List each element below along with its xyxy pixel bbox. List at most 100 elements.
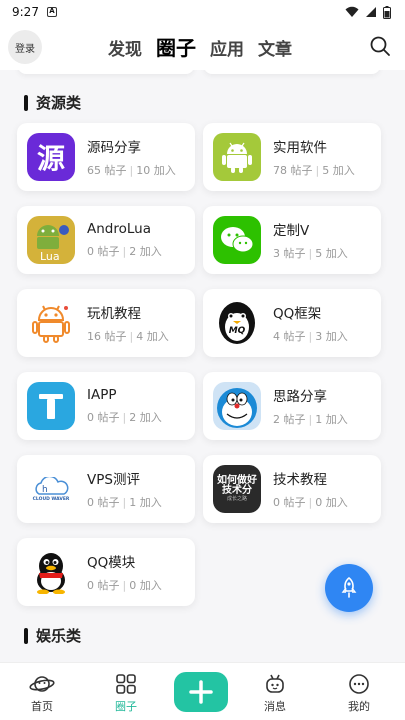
circle-card-custom-v[interactable]: 定制V 3 帖子 | 5 加入: [203, 206, 381, 274]
status-bar: 9:27 A: [0, 0, 405, 24]
circle-name: 玩机教程: [87, 306, 141, 322]
penguin-mq-icon: MQ: [213, 299, 261, 347]
section-title-resources: 资源类: [24, 92, 81, 113]
yuan-glyph: 源: [36, 142, 65, 175]
cloud-waver-icon: h CLOUD WAVER: [27, 465, 75, 513]
circle-name: QQ模块: [87, 555, 136, 571]
signal-icon: [366, 7, 376, 17]
battery-icon: [383, 5, 391, 19]
circle-card-tech-tutorial[interactable]: 如何做好 技术分 成长之路 技术教程 0 帖子 | 0 加入: [203, 455, 381, 523]
rocket-fab-button[interactable]: [325, 564, 373, 612]
circle-name: 思路分享: [273, 389, 327, 405]
tech-tutorial-icon: 如何做好 技术分 成长之路: [213, 465, 261, 513]
section-bar: [24, 94, 28, 111]
androlua-icon: Lua: [27, 216, 75, 264]
join-count: 0 加入: [129, 579, 162, 592]
nav-home[interactable]: 首页: [12, 673, 72, 714]
top-tabs: 发现 圈子 应用 文章: [108, 32, 292, 61]
circle-card-phone-tutorial[interactable]: 玩机教程 16 帖子 | 4 加入: [17, 289, 195, 357]
card-partial[interactable]: [204, 70, 380, 74]
nav-messages[interactable]: 消息: [245, 673, 305, 714]
circle-name: QQ框架: [273, 306, 322, 322]
circle-name: VPS测评: [87, 472, 140, 488]
nav-circles-label: 圈子: [115, 700, 137, 713]
circle-card-qq-module[interactable]: QQ模块 0 帖子 | 0 加入: [17, 538, 195, 606]
doraemon-icon: [213, 382, 261, 430]
circle-card-source-code[interactable]: 源 源码分享 65 帖子 | 10 加入: [17, 123, 195, 191]
nav-messages-label: 消息: [264, 700, 286, 713]
android-icon: [213, 133, 261, 181]
post-count: 78 帖子: [273, 164, 313, 177]
circle-card-vps-review[interactable]: h CLOUD WAVER VPS测评 0 帖子 | 1 加入: [17, 455, 195, 523]
post-count: 0 帖子: [87, 411, 120, 424]
post-count: 4 帖子: [273, 330, 306, 343]
join-count: 3 加入: [315, 330, 348, 343]
nav-profile-label: 我的: [348, 700, 370, 713]
tab-discover[interactable]: 发现: [108, 35, 142, 60]
header: 登录 发现 圈子 应用 文章: [0, 24, 405, 70]
qq-penguin-icon: [27, 548, 75, 596]
circle-card-iapp[interactable]: IAPP 0 帖子 | 2 加入: [17, 372, 195, 440]
circle-name: 源码分享: [87, 140, 141, 156]
tech-text-3: 成长之路: [226, 495, 247, 502]
join-count: 0 加入: [315, 496, 348, 509]
status-time: 9:27: [12, 5, 39, 19]
add-post-button[interactable]: [174, 672, 228, 712]
tab-circles[interactable]: 圈子: [156, 32, 196, 61]
rocket-icon: [341, 577, 357, 598]
search-icon[interactable]: [369, 35, 391, 57]
post-count: 0 帖子: [87, 579, 120, 592]
join-count: 5 加入: [315, 247, 348, 260]
robot-face-icon: [266, 674, 284, 693]
notification-a-icon: A: [46, 7, 57, 17]
circle-card-idea-sharing[interactable]: 思路分享 2 帖子 | 1 加入: [203, 372, 381, 440]
post-count: 0 帖子: [87, 245, 120, 258]
post-count: 0 帖子: [87, 496, 120, 509]
post-count: 3 帖子: [273, 247, 306, 260]
post-count: 16 帖子: [87, 330, 127, 343]
wifi-icon: [345, 6, 359, 17]
join-count: 1 加入: [129, 496, 162, 509]
join-count: 5 加入: [322, 164, 355, 177]
circle-card-qq-framework[interactable]: MQ QQ框架 4 帖子 | 3 加入: [203, 289, 381, 357]
svg-text:h: h: [42, 485, 48, 495]
android-outline-icon: [27, 299, 75, 347]
wechat-icon: [213, 216, 261, 264]
bottom-nav: 首页 圈子 消息 我的: [0, 662, 405, 720]
lua-text: Lua: [40, 250, 60, 263]
yuan-logo-icon: 源: [27, 133, 75, 181]
section-title-entertainment: 娱乐类: [24, 625, 81, 646]
circle-list[interactable]: 资源类 源 源码分享 65 帖子 | 10 加入 实用软件 78 帖子 | 5 加入 L…: [0, 70, 405, 662]
join-count: 2 加入: [129, 245, 162, 258]
circle-name: 实用软件: [273, 140, 327, 156]
tab-apps[interactable]: 应用: [210, 35, 244, 60]
post-count: 2 帖子: [273, 413, 306, 426]
planet-icon: [29, 676, 55, 692]
login-button[interactable]: 登录: [8, 30, 42, 64]
section-bar: [24, 627, 28, 644]
nav-profile[interactable]: 我的: [329, 673, 389, 714]
section-label: 资源类: [36, 94, 82, 112]
grid-icon: [116, 674, 136, 694]
iapp-icon: [27, 382, 75, 430]
circle-name: 技术教程: [273, 472, 327, 488]
join-count: 2 加入: [129, 411, 162, 424]
circle-card-androlua[interactable]: Lua AndroLua 0 帖子 | 2 加入: [17, 206, 195, 274]
post-count: 0 帖子: [273, 496, 306, 509]
mq-text: MQ: [228, 326, 246, 336]
chat-bubble-icon: [349, 674, 369, 694]
nav-circles[interactable]: 圈子: [96, 673, 156, 714]
join-count: 10 加入: [136, 164, 176, 177]
circle-name: IAPP: [87, 387, 117, 403]
cloud-waver-text: CLOUD WAVER: [32, 496, 70, 502]
tab-articles[interactable]: 文章: [258, 35, 292, 60]
join-count: 1 加入: [315, 413, 348, 426]
card-partial[interactable]: [18, 70, 194, 74]
join-count: 4 加入: [136, 330, 169, 343]
circle-card-useful-software[interactable]: 实用软件 78 帖子 | 5 加入: [203, 123, 381, 191]
section-label: 娱乐类: [36, 627, 82, 645]
nav-home-label: 首页: [31, 700, 53, 713]
circle-name: AndroLua: [87, 221, 151, 237]
plus-icon: [189, 680, 213, 704]
circle-name: 定制V: [273, 223, 310, 239]
